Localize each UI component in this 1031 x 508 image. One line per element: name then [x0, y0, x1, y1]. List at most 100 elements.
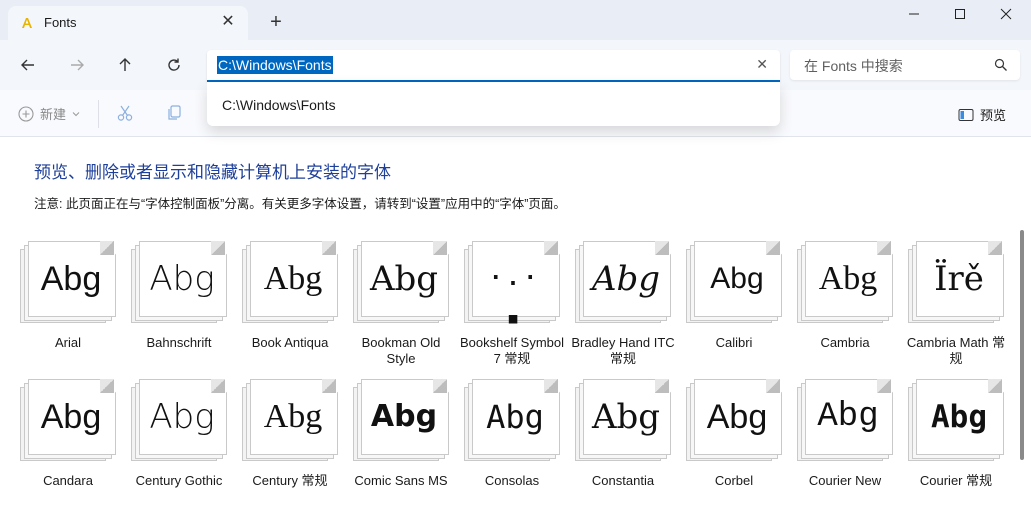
font-file-icon: Abg — [686, 379, 782, 461]
folder-font-icon — [22, 18, 32, 28]
font-item[interactable]: Abg Cambria — [796, 240, 896, 370]
font-item[interactable]: ·.· ▪ Bookshelf Symbol 7 常规 — [460, 240, 564, 370]
maximize-button[interactable] — [937, 0, 983, 28]
clear-address-icon[interactable]: ✕ — [756, 56, 768, 73]
font-name-label: Century 常规 — [252, 473, 328, 488]
font-file-icon: Abg — [353, 241, 449, 323]
font-name-label: Bradley Hand ITC 常规 — [571, 335, 675, 366]
font-sample: Abg — [40, 398, 102, 436]
font-name-label: Cambria Math 常规 — [906, 335, 1006, 366]
font-file-icon: Abg — [20, 379, 116, 461]
plus-circle-icon — [18, 105, 34, 122]
arrow-up-icon — [119, 58, 131, 71]
address-input[interactable]: C:\Windows\Fonts — [217, 56, 333, 74]
font-file-icon: Abg — [242, 241, 338, 323]
new-tab-button[interactable]: + — [266, 12, 286, 32]
font-file-icon: Abg — [575, 379, 671, 461]
font-name-label: Courier New — [808, 473, 882, 488]
tab-fonts[interactable]: Fonts ✕ — [8, 6, 248, 40]
refresh-icon — [168, 58, 180, 71]
font-item[interactable]: Abg Bahnschrift — [130, 240, 230, 370]
font-item[interactable]: Abg Calibri — [685, 240, 785, 370]
address-suggestions: C:\Windows\Fonts — [207, 82, 780, 126]
font-file-icon: Abg — [575, 241, 671, 323]
search-box[interactable]: 在 Fonts 中搜索 — [790, 50, 1020, 80]
font-item[interactable]: Abg Courier New — [796, 378, 896, 508]
font-file-icon: Abg — [908, 379, 1004, 461]
font-item[interactable]: Abg Century 常规 — [241, 378, 341, 508]
command-separator — [98, 100, 99, 128]
font-file-icon: Abg — [353, 379, 449, 461]
font-sample: Abg — [710, 262, 764, 295]
font-sample: Abg — [591, 259, 661, 299]
font-sample: ·.· ▪ — [489, 266, 541, 331]
search-icon — [994, 58, 1007, 71]
font-file-icon: Abg — [131, 241, 227, 323]
font-sample: Abg — [149, 397, 215, 437]
arrow-right-icon — [71, 59, 84, 71]
font-file-icon: ·.· ▪ — [464, 241, 560, 331]
font-item[interactable]: Abg Candara — [19, 378, 119, 508]
forward-button[interactable] — [64, 52, 90, 78]
font-item[interactable]: Abg Corbel — [685, 378, 785, 508]
font-sample: Abg — [40, 260, 102, 298]
back-button[interactable] — [15, 52, 41, 78]
font-item[interactable]: Abg Courier 常规 — [907, 378, 1007, 508]
font-name-label: Corbel — [714, 473, 754, 488]
font-item[interactable]: Abg Constantia — [574, 378, 674, 508]
refresh-button[interactable] — [161, 52, 187, 78]
font-item[interactable]: Abg Book Antiqua — [241, 240, 341, 370]
copy-icon[interactable] — [165, 104, 183, 122]
font-sample: Abg — [263, 398, 323, 435]
close-window-button[interactable] — [983, 0, 1029, 28]
font-file-icon: Abg — [242, 379, 338, 461]
font-file-icon: Abg — [464, 379, 560, 461]
address-suggestion-item[interactable]: C:\Windows\Fonts — [222, 97, 336, 113]
font-name-label: Bookshelf Symbol 7 常规 — [459, 335, 565, 366]
font-name-label: Calibri — [715, 335, 753, 350]
minimize-icon — [909, 13, 919, 15]
font-name-label: Book Antiqua — [251, 335, 329, 350]
cut-icon[interactable] — [116, 104, 134, 122]
font-name-label: Courier 常规 — [919, 473, 993, 488]
font-name-label: Bahnschrift — [146, 335, 212, 350]
font-name-label: Comic Sans MS — [354, 473, 448, 488]
font-sample: Abg — [818, 260, 878, 297]
address-bar[interactable]: C:\Windows\Fonts ✕ — [207, 50, 780, 82]
font-name-label: Candara — [43, 473, 93, 488]
font-file-icon: Abg — [686, 241, 782, 323]
font-name-label: Arial — [54, 335, 81, 350]
font-sample: Abg — [263, 260, 323, 297]
close-icon — [1000, 8, 1012, 20]
new-button[interactable]: 新建 — [18, 104, 80, 123]
up-button[interactable] — [112, 52, 138, 78]
font-item[interactable]: Abg Consolas — [463, 378, 563, 508]
vertical-scrollbar[interactable] — [1020, 230, 1024, 460]
font-item[interactable]: Ïrě Cambria Math 常规 — [907, 240, 1007, 370]
font-sample: Abg — [370, 399, 438, 434]
tab-title: Fonts — [44, 15, 77, 30]
preview-pane-icon — [958, 108, 974, 121]
font-item[interactable]: Abg Arial — [19, 240, 119, 370]
font-name-label: Consolas — [484, 473, 540, 488]
font-name-label: Constantia — [591, 473, 655, 488]
font-item[interactable]: Abg Bradley Hand ITC 常规 — [571, 240, 675, 370]
font-sample: Ïrě — [934, 259, 984, 299]
search-input[interactable]: 在 Fonts 中搜索 — [804, 56, 903, 76]
tab-close-icon[interactable]: ✕ — [218, 12, 238, 32]
chevron-down-icon — [72, 111, 80, 116]
preview-label: 预览 — [980, 108, 1007, 123]
font-item[interactable]: Abg Century Gothic — [130, 378, 230, 508]
minimize-button[interactable] — [891, 0, 937, 28]
font-sample: Abg — [486, 398, 544, 436]
new-button-label: 新建 — [40, 107, 67, 122]
font-sample: Abg — [817, 398, 879, 436]
page-heading: 预览、删除或者显示和隐藏计算机上安装的字体 — [34, 163, 391, 182]
preview-button[interactable]: 预览 — [958, 105, 1006, 124]
font-sample: Abg — [706, 398, 768, 436]
font-item[interactable]: Abg Comic Sans MS — [352, 378, 452, 508]
arrow-left-icon — [21, 59, 34, 71]
page-note: 注意: 此页面正在与“字体控制面板”分离。有关更多字体设置，请转到“设置”应用中… — [34, 197, 566, 211]
font-item[interactable]: Abg Bookman Old Style — [352, 240, 452, 370]
font-name-label: Century Gothic — [135, 473, 223, 488]
